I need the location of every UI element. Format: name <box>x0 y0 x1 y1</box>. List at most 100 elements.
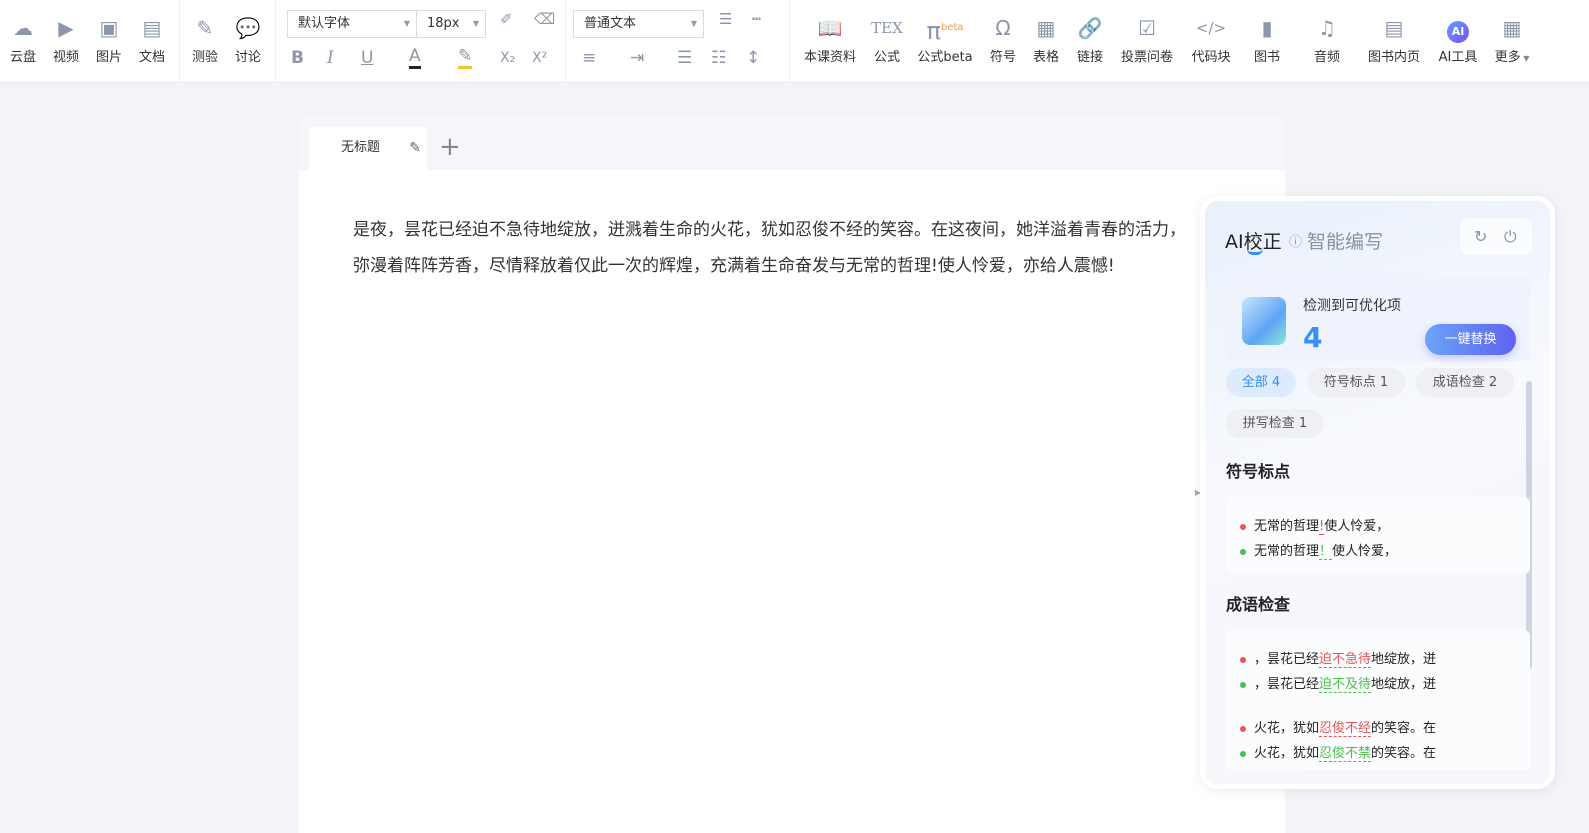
pi-icon: πbeta <box>926 17 964 45</box>
detect-summary-card: 检测到可优化项 4 一键替换 <box>1226 277 1530 361</box>
eraser-icon[interactable]: ⌫ <box>534 10 555 28</box>
suggested-line: 火花，犹如忍俊不禁的笑容。在 <box>1240 742 1437 762</box>
indent-icon[interactable]: ⇥ <box>630 46 644 70</box>
underline-button[interactable]: U <box>361 46 373 70</box>
chevron-down-icon: ▼ <box>472 19 479 28</box>
suggestion-box[interactable]: ，昙花已经迫不急待地绽放，迸 ，昙花已经迫不及待地绽放，迸 火花，犹如忍俊不经的… <box>1226 630 1530 770</box>
superscript-button[interactable]: X² <box>532 46 547 70</box>
text: 火花，犹如 <box>1254 746 1320 761</box>
discussion-button[interactable]: 💬 讨论 <box>218 14 278 65</box>
suggestion-box[interactable]: 无常的哲理!使人怜爱， 无常的哲理！使人怜爱， <box>1226 497 1530 574</box>
book-page-button[interactable]: ▤ 图书内页 <box>1364 14 1424 65</box>
detect-label: 检测到可优化项 <box>1303 298 1401 314</box>
text: 使人怜爱， <box>1332 544 1398 559</box>
highlight-icon[interactable]: ✎ <box>458 46 473 69</box>
book-open-icon: 📖 <box>817 16 843 40</box>
editor: 无标题 ✎ + 是夜，昙花已经迫不急待地绽放，迸溅着生命的火花，犹如忍俊不经的笑容… <box>299 117 1285 833</box>
ai-proofread-panel: AI校正 ⓘ 智能编写 ↻ ⏻ 检测到可优化项 4 一键替换 全部 4 符号标点… <box>1200 196 1555 789</box>
audio-button[interactable]: ♫ 音频 <box>1297 14 1357 65</box>
code-block-button[interactable]: </> 代码块 <box>1181 14 1241 65</box>
font-size-value: 18px <box>427 16 460 31</box>
book-page-icon: ▤ <box>1384 16 1404 40</box>
course-materials-button[interactable]: 📖 本课资料 <box>800 14 860 65</box>
tex-icon: TEX <box>871 19 903 37</box>
ai-icon: AI <box>1428 14 1488 43</box>
text: 的笑容。在 <box>1371 721 1437 736</box>
ok-dot <box>1240 548 1246 555</box>
section-title-idiom: 成语检查 <box>1226 595 1291 614</box>
code-icon: </> <box>1195 19 1227 37</box>
doc-tab-bar: 无标题 ✎ + <box>299 117 1285 170</box>
line-height-icon[interactable]: ↕ <box>746 46 760 70</box>
active-tab-indicator <box>1247 249 1263 255</box>
detect-count: 4 <box>1303 321 1323 354</box>
bold-button[interactable]: B <box>291 46 304 70</box>
add-tab-icon[interactable]: + <box>439 129 461 165</box>
replace-all-button[interactable]: 一键替换 <box>1425 324 1516 355</box>
text: ，昙花已经 <box>1254 652 1320 667</box>
align-left-icon[interactable]: ≡ <box>582 46 596 70</box>
refresh-icon[interactable]: ↻ <box>1474 227 1487 246</box>
formula-beta-button[interactable]: πbeta 公式beta <box>915 14 975 65</box>
document-button[interactable]: ▤ 文档 <box>122 14 182 65</box>
divider-line-icon[interactable]: ┅ <box>752 10 761 28</box>
subscript-button[interactable]: X₂ <box>500 46 515 70</box>
fix-highlight: ！ <box>1319 544 1333 560</box>
error-highlight: 忍俊不经 <box>1319 721 1372 737</box>
filter-idiom[interactable]: 成语检查 2 <box>1416 368 1514 397</box>
filter-punctuation[interactable]: 符号标点 1 <box>1307 368 1405 397</box>
font-family-select[interactable]: 默认字体 ▼ <box>287 10 417 38</box>
music-icon: ♫ <box>1318 16 1336 40</box>
numbered-list-icon[interactable]: ☷ <box>711 46 726 70</box>
block-quote-icon[interactable]: ☰ <box>719 10 732 28</box>
text: 使人怜爱， <box>1324 519 1390 534</box>
section-title-punctuation: 符号标点 <box>1226 462 1291 481</box>
paragraph-style-select[interactable]: 普通文本 ▼ <box>573 10 704 38</box>
bullet-list-icon[interactable]: ☰ <box>677 46 692 70</box>
error-dot <box>1240 725 1246 732</box>
grid-icon: ▦ <box>1502 16 1522 40</box>
filter-spelling[interactable]: 拼写检查 1 <box>1226 409 1324 438</box>
format-painter-icon[interactable]: ✐ <box>500 10 513 28</box>
link-icon: 🔗 <box>1077 16 1103 40</box>
error-dot <box>1240 523 1246 530</box>
editor-content[interactable]: 是夜，昙花已经迫不急待地绽放，迸溅着生命的火花，犹如忍俊不经的笑容。在这夜间，她… <box>299 170 1285 326</box>
original-line: 无常的哲理!使人怜爱， <box>1240 515 1390 535</box>
text: 无常的哲理 <box>1254 544 1320 559</box>
chevron-down-icon: ▼ <box>1520 54 1530 63</box>
error-highlight: 迫不急待 <box>1319 652 1372 668</box>
book-button[interactable]: ▮ 图书 <box>1237 14 1297 65</box>
fix-highlight: 迫不及待 <box>1319 677 1372 693</box>
checklist-icon: ☑ <box>1138 16 1156 40</box>
link-button[interactable]: 🔗 链接 <box>1060 14 1120 65</box>
text: 的笑容。在 <box>1371 746 1437 761</box>
font-color-button[interactable]: A <box>409 46 421 69</box>
doc-tab[interactable]: 无标题 ✎ <box>309 127 427 170</box>
font-size-select[interactable]: 18px ▼ <box>416 10 486 38</box>
chevron-down-icon: ▼ <box>690 19 697 28</box>
beta-badge: beta <box>940 22 964 33</box>
chevron-down-icon: ▼ <box>403 19 410 28</box>
filter-all[interactable]: 全部 4 <box>1226 368 1296 397</box>
divider <box>565 0 566 83</box>
italic-button[interactable]: I <box>327 46 334 70</box>
text: 火花，犹如 <box>1254 721 1320 736</box>
text: ，昙花已经 <box>1254 677 1320 692</box>
power-icon[interactable]: ⏻ <box>1504 227 1517 247</box>
text-line: 是夜，昙花已经迫不急待地绽放，迸溅着生命的火花，犹如忍俊不经的笑容。在这夜间，她… <box>353 220 1186 240</box>
book-icon: ▮ <box>1261 16 1273 40</box>
ai-tools-button[interactable]: AI AI工具 <box>1428 14 1488 65</box>
more-label: 更多 ▼ <box>1482 46 1542 65</box>
panel-controls: ↻ ⏻ <box>1460 219 1532 255</box>
more-button[interactable]: ▦ 更多 ▼ <box>1482 14 1542 65</box>
tab-smart-writing[interactable]: 智能编写 <box>1307 227 1383 254</box>
vote-button[interactable]: ☑ 投票问卷 <box>1117 14 1177 65</box>
edit-pencil-icon[interactable]: ✎ <box>409 127 421 169</box>
formula-button[interactable]: TEX 公式 <box>857 14 917 65</box>
discussion-icon: 💬 <box>235 16 261 40</box>
toolbar: ☁ 云盘 ▶ 视频 ▣ 图片 ▤ 文档 ✎ 测验 💬 讨论 默认字体 ▼ 18px ▼ ✐ ⌫ … <box>0 0 1589 83</box>
info-icon[interactable]: ⓘ <box>1289 231 1302 250</box>
original-line: ，昙花已经迫不急待地绽放，迸 <box>1240 648 1436 668</box>
font-family-value: 默认字体 <box>298 16 351 31</box>
more-text: 更多 <box>1494 50 1521 65</box>
